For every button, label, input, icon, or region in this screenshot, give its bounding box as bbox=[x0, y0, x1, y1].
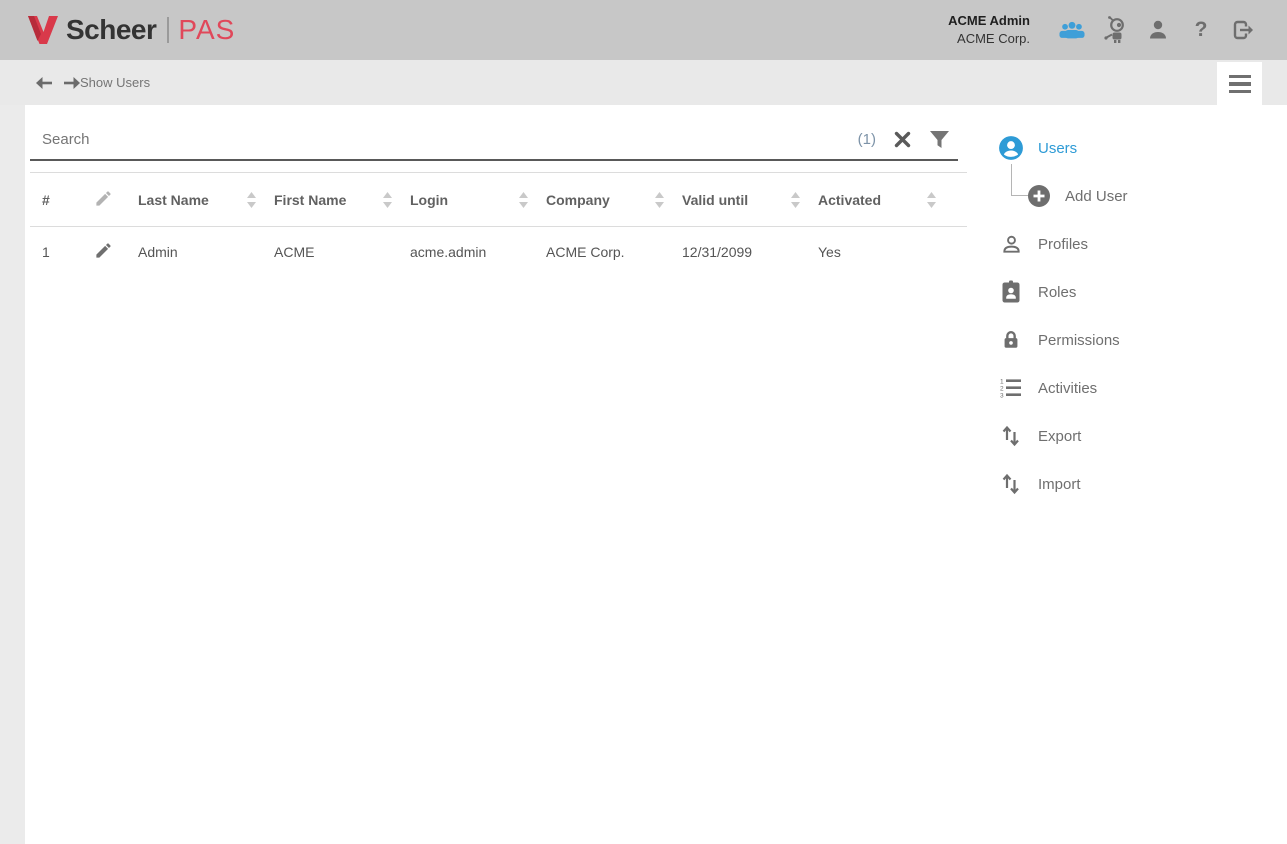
sidebar-item-label: Activities bbox=[1038, 380, 1097, 397]
tree-connector bbox=[1011, 164, 1028, 196]
column-label[interactable]: Last Name bbox=[138, 192, 209, 208]
sort-arrows-icon[interactable] bbox=[519, 192, 528, 208]
table-header-row: # Last Name First Name Login Company bbox=[30, 172, 967, 227]
lock-icon bbox=[998, 328, 1024, 352]
sort-arrows-icon[interactable] bbox=[383, 192, 392, 208]
cell-index: 1 bbox=[30, 244, 94, 260]
sort-arrows-icon[interactable] bbox=[927, 192, 936, 208]
sidebar-item-permissions[interactable]: Permissions bbox=[995, 316, 1287, 364]
logo-product-text: PAS bbox=[178, 14, 235, 46]
badge-icon bbox=[998, 280, 1024, 304]
sidebar-item-activities[interactable]: 1 2 3 Activities bbox=[995, 364, 1287, 412]
profile-icon[interactable] bbox=[1145, 15, 1171, 45]
back-arrow-icon[interactable] bbox=[34, 74, 53, 92]
column-label[interactable]: Activated bbox=[818, 192, 881, 208]
sort-arrows-icon[interactable] bbox=[247, 192, 256, 208]
column-header-company: Company bbox=[546, 192, 682, 208]
swap-vertical-icon bbox=[998, 472, 1024, 496]
pencil-icon bbox=[94, 189, 113, 211]
logo-brand-text: Scheer bbox=[66, 14, 156, 46]
cell-login: acme.admin bbox=[410, 244, 546, 260]
cell-edit bbox=[94, 241, 138, 263]
sidebar-item-label: Export bbox=[1038, 428, 1081, 445]
scheer-pas-logo: Scheer PAS bbox=[26, 0, 235, 60]
swap-vertical-icon bbox=[998, 424, 1024, 448]
column-header-valid-until: Valid until bbox=[682, 192, 818, 208]
cell-first-name: ACME bbox=[274, 244, 410, 260]
clear-icon[interactable] bbox=[894, 131, 911, 148]
cell-company: ACME Corp. bbox=[546, 244, 682, 260]
column-label[interactable]: Valid until bbox=[682, 192, 748, 208]
column-header-last-name: Last Name bbox=[138, 192, 274, 208]
column-label[interactable]: Login bbox=[410, 192, 448, 208]
column-header-login: Login bbox=[410, 192, 546, 208]
sort-arrows-icon[interactable] bbox=[655, 192, 664, 208]
sidebar-item-label: Roles bbox=[1038, 284, 1076, 301]
logout-icon[interactable] bbox=[1231, 15, 1257, 45]
sidebar-item-label: Add User bbox=[1065, 188, 1128, 205]
users-group-icon[interactable] bbox=[1059, 15, 1085, 45]
header-right-controls: ACME Admin ACME Corp. bbox=[948, 0, 1257, 60]
current-user-info: ACME Admin ACME Corp. bbox=[948, 12, 1030, 47]
table-row: 1 Admin ACME acme.admin ACME Corp. 12/31… bbox=[30, 227, 967, 277]
sidebar-item-import[interactable]: Import bbox=[995, 460, 1287, 508]
sidebar-item-profiles[interactable]: Profiles bbox=[995, 220, 1287, 268]
current-user-name: ACME Admin bbox=[948, 12, 1030, 30]
admin-sidebar: Users Add User Profiles bbox=[995, 124, 1287, 508]
add-circle-icon bbox=[1027, 184, 1051, 208]
left-gutter bbox=[0, 105, 25, 844]
app-window: Scheer PAS ACME Admin ACME Corp. bbox=[0, 0, 1287, 844]
search-input[interactable] bbox=[30, 131, 858, 148]
column-header-edit bbox=[94, 189, 138, 211]
users-table: # Last Name First Name Login Company bbox=[30, 172, 967, 277]
sidebar-item-label: Permissions bbox=[1038, 332, 1120, 349]
sort-arrows-icon[interactable] bbox=[791, 192, 800, 208]
logo-divider bbox=[167, 17, 169, 43]
column-header-activated: Activated bbox=[818, 192, 954, 208]
help-icon[interactable]: ? bbox=[1188, 15, 1214, 45]
sidebar-item-roles[interactable]: Roles bbox=[995, 268, 1287, 316]
help-glyph: ? bbox=[1195, 18, 1208, 42]
page-title: Show Users bbox=[80, 60, 150, 105]
filter-icon[interactable] bbox=[929, 130, 950, 150]
cell-last-name: Admin bbox=[138, 244, 274, 260]
current-user-company: ACME Corp. bbox=[948, 30, 1030, 48]
cell-activated: Yes bbox=[818, 244, 954, 260]
sidebar-item-label: Users bbox=[1038, 140, 1077, 157]
svg-text:2: 2 bbox=[1000, 386, 1004, 393]
robot-icon[interactable] bbox=[1102, 15, 1128, 45]
sidebar-item-add-user[interactable]: Add User bbox=[995, 172, 1287, 220]
top-header-bar: Scheer PAS ACME Admin ACME Corp. bbox=[0, 0, 1287, 60]
column-header-index: # bbox=[30, 192, 94, 208]
scheer-logo-mark-icon bbox=[26, 14, 60, 46]
hamburger-bars bbox=[1229, 75, 1251, 94]
column-header-first-name: First Name bbox=[274, 192, 410, 208]
column-label[interactable]: Company bbox=[546, 192, 610, 208]
sidebar-item-label: Import bbox=[1038, 476, 1081, 493]
sidebar-item-users[interactable]: Users bbox=[995, 124, 1287, 172]
pencil-icon[interactable] bbox=[94, 241, 113, 263]
sidebar-item-label: Profiles bbox=[1038, 236, 1088, 253]
user-circle-icon bbox=[998, 135, 1024, 161]
svg-text:3: 3 bbox=[1000, 393, 1004, 400]
hamburger-menu-icon[interactable] bbox=[1217, 62, 1262, 106]
result-count-badge: (1) bbox=[858, 131, 876, 148]
sidebar-item-export[interactable]: Export bbox=[995, 412, 1287, 460]
numbered-list-icon: 1 2 3 bbox=[998, 377, 1024, 399]
person-outline-icon bbox=[998, 233, 1024, 256]
search-bar: (1) bbox=[30, 120, 958, 161]
svg-text:1: 1 bbox=[1000, 379, 1004, 386]
column-label[interactable]: First Name bbox=[274, 192, 346, 208]
breadcrumb-bar: Show Users bbox=[0, 60, 1287, 105]
nav-arrows bbox=[34, 60, 82, 105]
cell-valid-until: 12/31/2099 bbox=[682, 244, 818, 260]
